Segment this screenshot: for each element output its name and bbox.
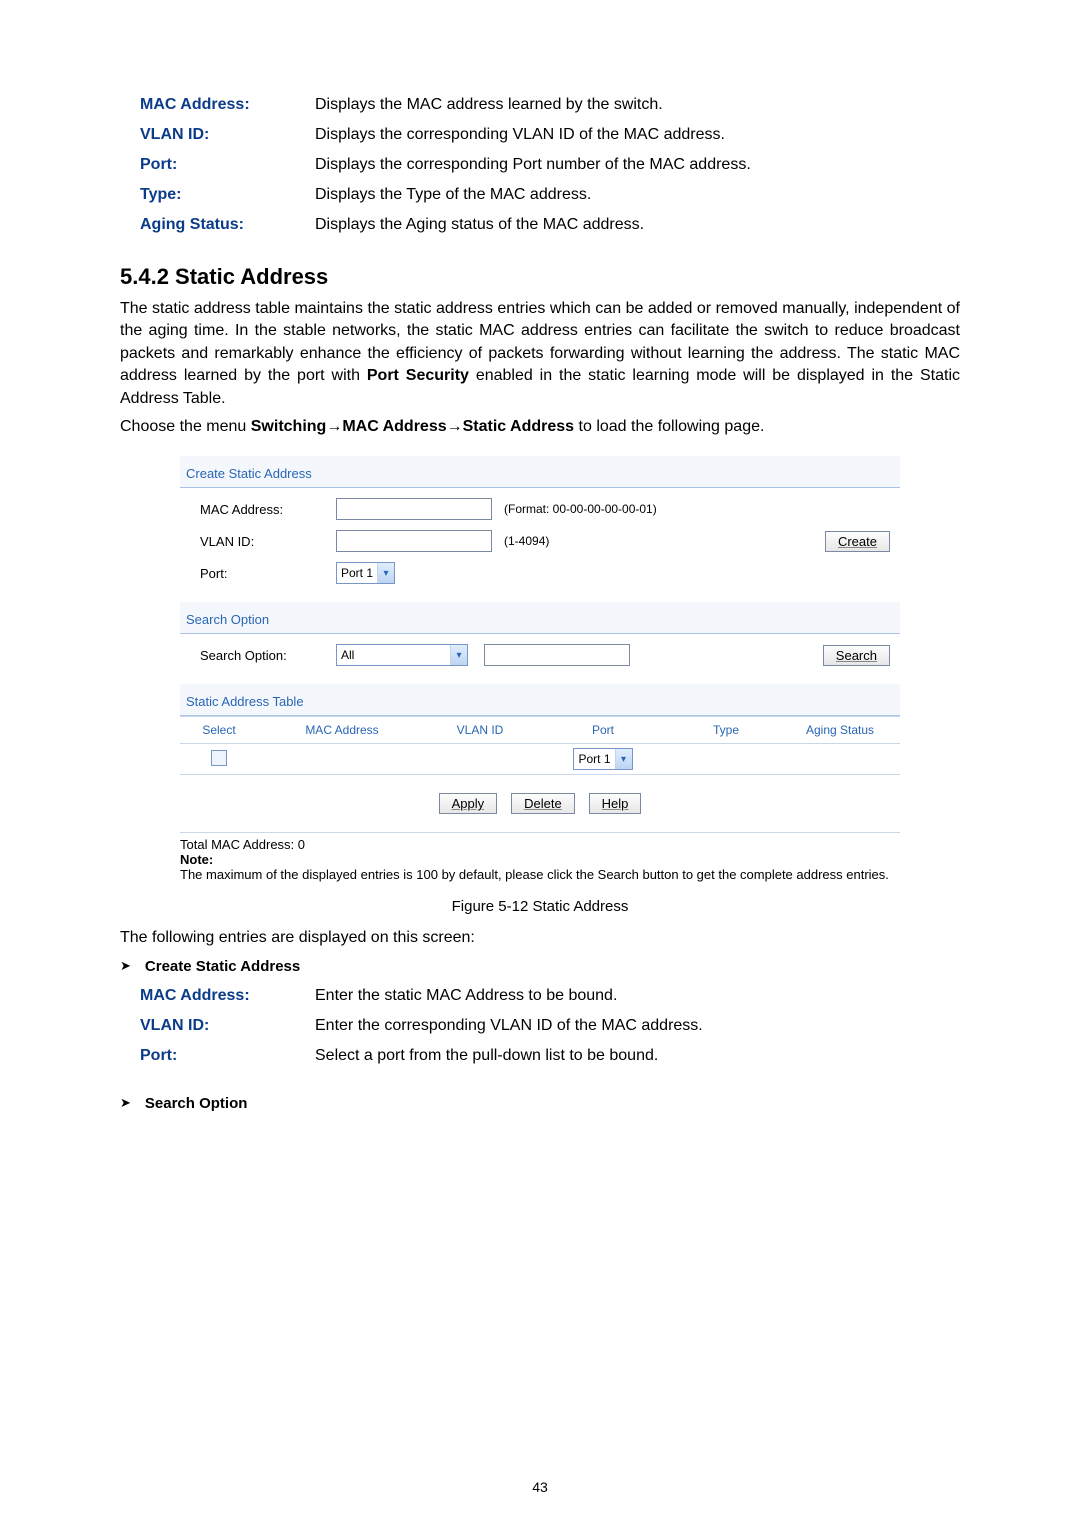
panel-create-title: Create Static Address [180,456,900,488]
row-port-value: Port 1 [574,752,614,766]
def-row: Port: Select a port from the pull-down l… [140,1041,960,1071]
def-row: Type: Displays the Type of the MAC addre… [140,180,960,210]
def-term: MAC Address: [140,96,315,114]
note-text: The maximum of the displayed entries is … [180,867,900,882]
panel-search-title: Search Option [180,602,900,634]
def-desc: Select a port from the pull-down list to… [315,1047,658,1065]
arrow-icon [447,418,463,435]
def-term: Type: [140,186,315,204]
static-address-table: Select MAC Address VLAN ID Port Type Agi… [180,716,900,775]
def-term: MAC Address: [140,987,315,1005]
bullet-label: Create Static Address [145,958,300,975]
menu-part-2: MAC Address [342,418,446,435]
panel-search-body: Search Option: All ▾ Search [180,634,900,684]
figure-ui-panel: Create Static Address MAC Address: (Form… [180,456,900,833]
def-row: MAC Address: Enter the static MAC Addres… [140,981,960,1011]
table-row: Port 1 ▾ [180,744,900,775]
def-row: Aging Status: Displays the Aging status … [140,210,960,240]
mac-input[interactable] [336,498,492,520]
vlan-label: VLAN ID: [200,534,330,549]
page-number: 43 [0,1479,1080,1495]
search-label: Search Option: [200,648,330,663]
bullet-create-static-address: ➤ Create Static Address [120,958,960,975]
def-desc: Enter the corresponding VLAN ID of the M… [315,1017,703,1035]
th-port: Port [534,717,672,744]
th-vlan: VLAN ID [426,717,534,744]
figure-caption: Figure 5-12 Static Address [120,898,960,915]
def-desc: Displays the Type of the MAC address. [315,186,591,204]
table-header-row: Select MAC Address VLAN ID Port Type Agi… [180,717,900,744]
th-type: Type [672,717,780,744]
mac-hint: (Format: 00-00-00-00-00-01) [504,502,657,516]
section-heading: 5.4.2 Static Address [120,264,960,290]
total-count: Total MAC Address: 0 [180,837,900,852]
th-select: Select [180,717,258,744]
help-button[interactable]: Help [589,793,642,814]
figure-note-area: Total MAC Address: 0 Note: The maximum o… [180,837,900,882]
panel-create-body: MAC Address: (Format: 00-00-00-00-00-01)… [180,488,900,602]
def-term: VLAN ID: [140,126,315,144]
create-button[interactable]: Create [825,531,890,552]
def-row: VLAN ID: Enter the corresponding VLAN ID… [140,1011,960,1041]
th-mac: MAC Address [258,717,426,744]
chevron-down-icon: ▾ [615,749,632,769]
definition-list-create: MAC Address: Enter the static MAC Addres… [140,981,960,1071]
vlan-hint: (1-4094) [504,534,549,548]
port-select-value: Port 1 [337,566,377,580]
def-desc: Displays the Aging status of the MAC add… [315,216,644,234]
search-option-select[interactable]: All ▾ [336,644,468,666]
def-desc: Enter the static MAC Address to be bound… [315,987,617,1005]
def-desc: Displays the corresponding Port number o… [315,156,751,174]
mac-label: MAC Address: [200,502,330,517]
def-row: Port: Displays the corresponding Port nu… [140,150,960,180]
bullet-label: Search Option [145,1095,248,1112]
entries-intro: The following entries are displayed on t… [120,927,960,949]
delete-button[interactable]: Delete [511,793,575,814]
panel-table-title: Static Address Table [180,684,900,716]
definition-list-prev: MAC Address: Displays the MAC address le… [140,90,960,240]
row-checkbox[interactable] [211,750,227,766]
row-search: Search Option: All ▾ Search [200,644,890,666]
action-button-row: Apply Delete Help [180,775,900,833]
def-term: Port: [140,156,315,174]
vlan-input[interactable] [336,530,492,552]
triangle-bullet-icon: ➤ [120,958,131,974]
menu-part-3: Static Address [463,418,574,435]
search-input[interactable] [484,644,630,666]
def-term: Port: [140,1047,315,1065]
paragraph-intro: The static address table maintains the s… [120,298,960,410]
search-option-value: All [337,648,450,662]
para1-bold: Port Security [367,367,469,384]
def-desc: Displays the MAC address learned by the … [315,96,663,114]
menu-outro: to load the following page. [574,418,764,435]
note-heading: Note: [180,852,900,867]
th-aging: Aging Status [780,717,900,744]
def-desc: Displays the corresponding VLAN ID of th… [315,126,725,144]
port-label: Port: [200,566,330,581]
menu-part-1: Switching [251,418,327,435]
def-row: VLAN ID: Displays the corresponding VLAN… [140,120,960,150]
port-select[interactable]: Port 1 ▾ [336,562,395,584]
def-term: VLAN ID: [140,1017,315,1035]
def-row: MAC Address: Displays the MAC address le… [140,90,960,120]
chevron-down-icon: ▾ [377,563,394,583]
arrow-icon [326,418,342,435]
menu-path: Choose the menu Switching MAC Address Stat… [120,416,960,438]
row-vlan: VLAN ID: (1-4094) Create [200,530,890,552]
menu-intro: Choose the menu [120,418,251,435]
triangle-bullet-icon: ➤ [120,1095,131,1111]
row-port-select[interactable]: Port 1 ▾ [573,748,632,770]
row-port: Port: Port 1 ▾ [200,562,890,584]
apply-button[interactable]: Apply [439,793,498,814]
row-mac: MAC Address: (Format: 00-00-00-00-00-01) [200,498,890,520]
chevron-down-icon: ▾ [450,645,467,665]
bullet-search-option: ➤ Search Option [120,1095,960,1112]
search-button[interactable]: Search [823,645,890,666]
def-term: Aging Status: [140,216,315,234]
